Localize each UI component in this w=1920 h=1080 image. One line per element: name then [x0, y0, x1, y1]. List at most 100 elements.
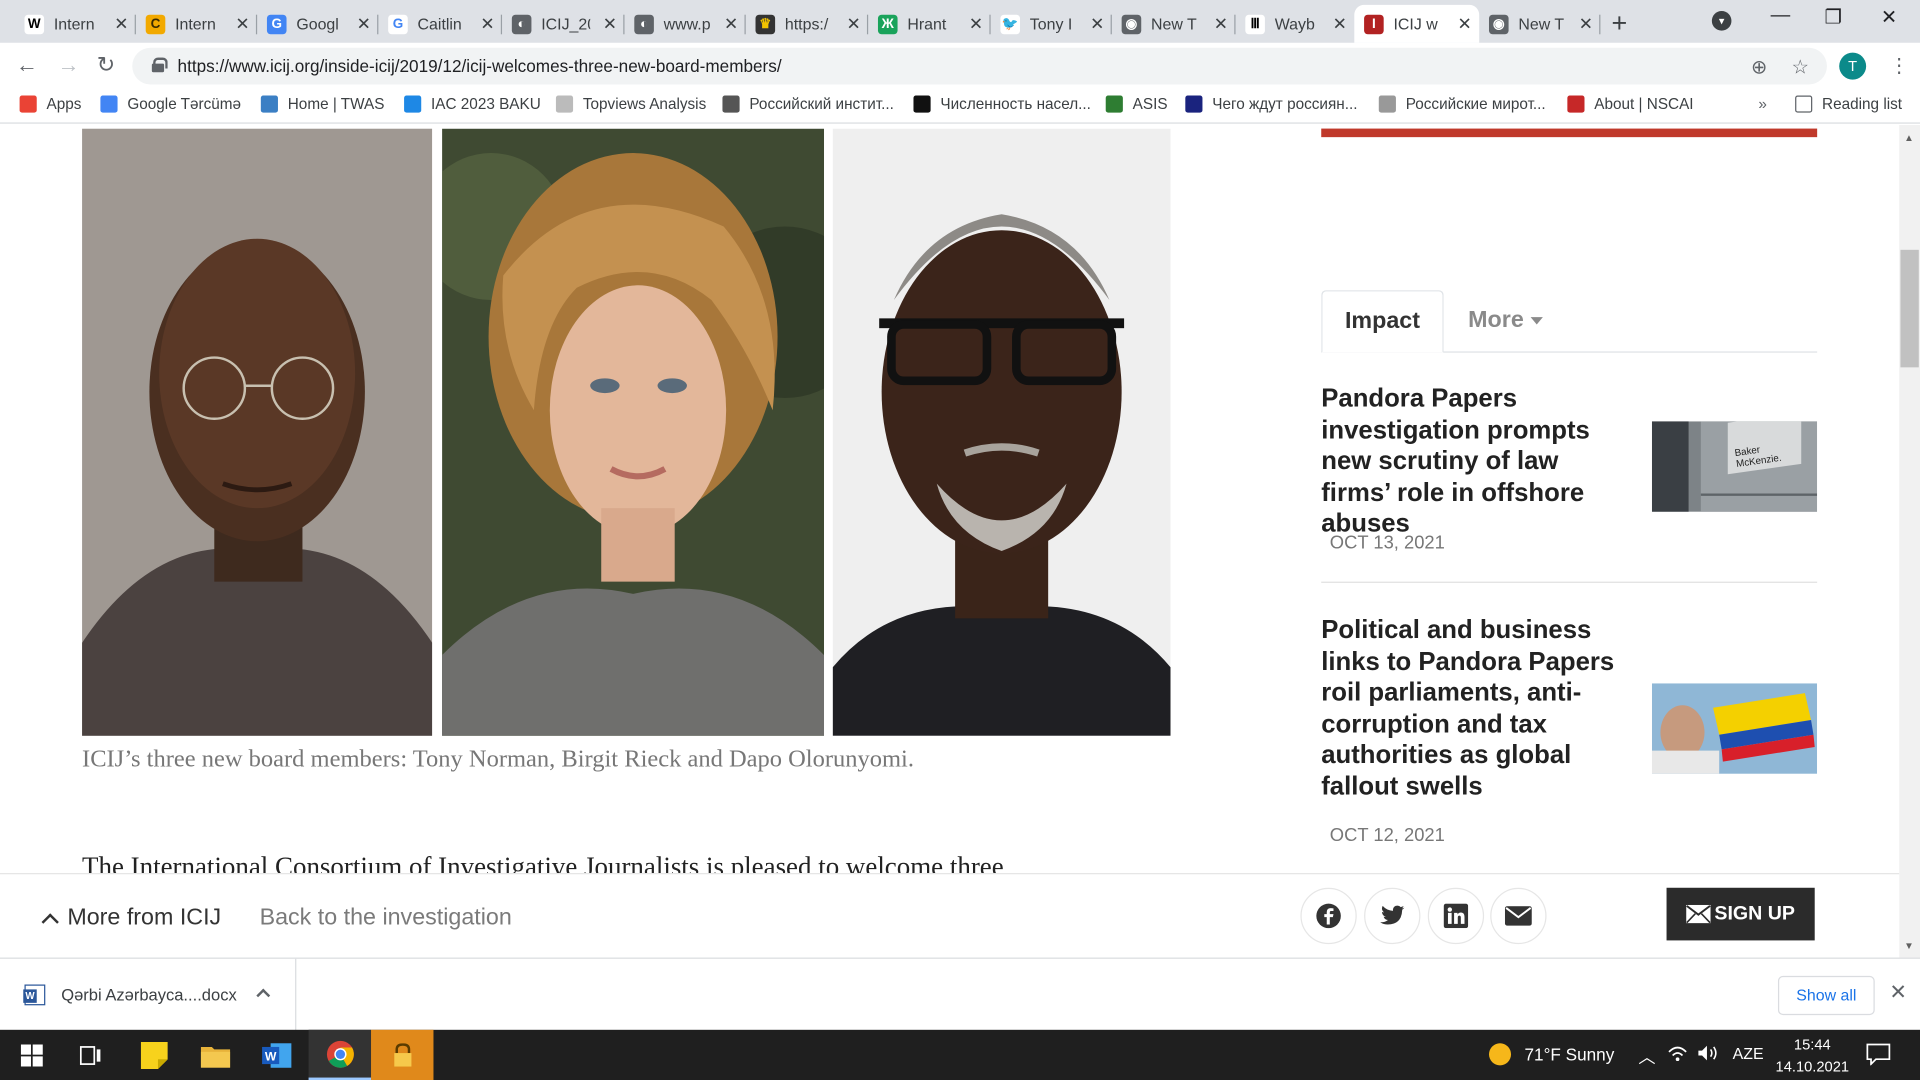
browser-tab[interactable]: W Intern ✕ — [15, 5, 136, 43]
chevron-up-icon[interactable]: ︿ — [1638, 1044, 1655, 1068]
facebook-share-button[interactable] — [1300, 887, 1357, 945]
browser-tab[interactable]: ♛ https:/ ✕ — [746, 5, 869, 43]
twitter-share-button[interactable] — [1364, 887, 1421, 945]
url-text[interactable]: https://www.icij.org/inside-icij/2019/12… — [178, 56, 782, 76]
tab-close-icon[interactable]: ✕ — [603, 13, 617, 34]
tab-close-icon[interactable]: ✕ — [1090, 13, 1104, 34]
notifications-icon[interactable] — [1866, 1043, 1891, 1069]
bookmarks-overflow-button[interactable]: » — [1758, 96, 1767, 113]
input-language[interactable]: AZE — [1733, 1044, 1764, 1062]
tab-close-icon[interactable]: ✕ — [1333, 13, 1347, 34]
lock-icon[interactable] — [151, 57, 168, 73]
show-all-downloads-button[interactable]: Show all — [1777, 975, 1875, 1016]
bookmark-item[interactable]: Численность насел... — [913, 95, 1091, 113]
browser-tab[interactable]: Ⅲ Wayb ✕ — [1236, 5, 1355, 43]
twitter-icon: 🐦 — [1000, 14, 1021, 34]
story-thumbnail-1[interactable]: Baker McKenzie. — [1651, 421, 1818, 512]
bookmark-star-icon[interactable]: ☆ — [1791, 55, 1809, 79]
browser-tab[interactable]: I ICIJ w ✕ — [1354, 4, 1480, 43]
linkedin-share-button[interactable] — [1427, 887, 1485, 945]
reading-list-button[interactable]: Reading list — [1795, 95, 1902, 113]
download-item[interactable]: W Qərbi Azərbayca....docx — [0, 958, 297, 1032]
profile-avatar[interactable]: T — [1839, 52, 1867, 80]
security-lock-app-icon[interactable] — [371, 1029, 434, 1080]
system-clock[interactable]: 15:44 14.10.2021 — [1776, 1033, 1850, 1077]
email-share-button[interactable] — [1490, 887, 1547, 945]
tab-more[interactable]: More — [1468, 290, 1544, 352]
browser-tab[interactable]: ◉ New T ✕ — [1112, 5, 1236, 43]
apps-grid-icon — [19, 95, 37, 113]
bookmark-item[interactable]: ASIS — [1105, 95, 1168, 113]
bookmark-item[interactable]: Чего ждут россиян... — [1185, 95, 1358, 113]
tab-search-icon[interactable]: ▾ — [1711, 11, 1732, 31]
bookmark-label: Topviews Analysis — [582, 95, 707, 113]
reload-icon[interactable]: ↻ — [97, 53, 115, 79]
tab-close-icon[interactable]: ✕ — [357, 13, 371, 34]
browser-tab[interactable]: C Intern ✕ — [136, 5, 258, 43]
address-bar[interactable]: https://www.icij.org/inside-icij/2019/12… — [132, 47, 1827, 85]
word-app-icon[interactable]: W — [245, 1030, 307, 1080]
scroll-up-arrow-icon[interactable]: ▲ — [1904, 132, 1914, 143]
forward-arrow-icon[interactable]: → — [58, 53, 80, 79]
tab-close-icon[interactable]: ✕ — [235, 13, 249, 34]
windows-start-icon[interactable] — [0, 1030, 62, 1080]
page-scrollbar[interactable]: ▲ ▼ — [1899, 124, 1920, 958]
browser-tab[interactable]: ◐ ICIJ_20 ✕ — [502, 5, 625, 43]
sticky-notes-icon[interactable] — [122, 1030, 184, 1080]
new-tab-button[interactable]: + — [1611, 7, 1627, 39]
close-icon[interactable]: ✕ — [1889, 981, 1906, 1005]
bookmark-item[interactable]: IAC 2023 BAKU — [404, 95, 541, 113]
file-explorer-icon[interactable] — [184, 1030, 246, 1080]
bookmark-item[interactable]: Topviews Analysis — [555, 95, 707, 113]
tab-close-icon[interactable]: ✕ — [724, 13, 738, 34]
scroll-down-arrow-icon[interactable]: ▼ — [1904, 940, 1914, 951]
chevron-up-icon[interactable] — [256, 988, 271, 1003]
story-title-1[interactable]: Pandora Papers investigation prompts new… — [1321, 383, 1633, 539]
volume-icon[interactable] — [1697, 1044, 1719, 1065]
task-view-icon[interactable] — [59, 1030, 121, 1080]
tab-close-icon[interactable]: ✕ — [1214, 13, 1228, 34]
google-translate-icon: G — [266, 14, 287, 34]
tab-close-icon[interactable]: ✕ — [969, 13, 983, 34]
sign-up-button[interactable]: SIGN UP — [1666, 887, 1815, 941]
tab-impact[interactable]: Impact — [1321, 290, 1444, 353]
back-arrow-icon[interactable]: ← — [16, 53, 38, 79]
wayback-icon: Ⅲ — [1245, 14, 1265, 34]
browser-tab[interactable]: ◐ www.p ✕ — [624, 5, 746, 43]
windows-taskbar: W 71°F Sunny ︿ AZE 15:44 14.10.2021 — [0, 1029, 1920, 1080]
tab-close-icon[interactable]: ✕ — [1579, 13, 1593, 34]
weather-icon[interactable] — [1488, 1042, 1512, 1070]
browser-tab[interactable]: G Caitlin ✕ — [378, 5, 503, 43]
maximize-button[interactable]: ❐ — [1825, 5, 1843, 29]
minimize-button[interactable]: — — [1771, 5, 1791, 27]
bookmark-item[interactable]: Apps — [19, 95, 81, 113]
bookmark-item[interactable]: Home | TWAS — [260, 95, 384, 113]
zoom-icon[interactable]: ⊕ — [1751, 55, 1767, 79]
tab-close-icon[interactable]: ✕ — [114, 13, 128, 34]
browser-tab[interactable]: ◉ New T ✕ — [1479, 5, 1601, 43]
bookmark-favicon-icon — [260, 95, 278, 113]
browser-tab[interactable]: G Googl ✕ — [257, 5, 379, 43]
story-thumbnail-2[interactable] — [1651, 683, 1818, 774]
browser-tab[interactable]: 🐦 Tony I ✕ — [991, 5, 1112, 43]
bookmark-item[interactable]: Google Tərcümə — [100, 95, 241, 113]
chrome-app-icon[interactable] — [308, 1029, 372, 1080]
tab-close-icon[interactable]: ✕ — [1457, 13, 1471, 34]
tab-close-icon[interactable]: ✕ — [480, 13, 494, 34]
bookmark-label: Чего ждут россиян... — [1212, 95, 1358, 113]
bookmark-favicon-icon — [1185, 95, 1203, 113]
close-window-button[interactable]: ✕ — [1881, 5, 1897, 29]
tab-close-icon[interactable]: ✕ — [846, 13, 860, 34]
more-from-icij-button[interactable]: More from ICIJ — [39, 905, 221, 932]
story-title-2[interactable]: Political and business links to Pandora … — [1321, 615, 1633, 802]
weather-text[interactable]: 71°F Sunny — [1525, 1044, 1615, 1064]
bookmark-item[interactable]: Российский инстит... — [722, 95, 894, 113]
browser-tab[interactable]: Ж Hrant ✕ — [868, 5, 991, 43]
bookmark-item[interactable]: Российские мирот... — [1378, 95, 1546, 113]
back-to-investigation-link[interactable]: Back to the investigation — [260, 905, 512, 932]
bookmark-item[interactable]: About | NSCAI — [1567, 95, 1694, 113]
menu-kebab-icon[interactable]: ⋮ — [1889, 54, 1909, 78]
network-icon[interactable] — [1668, 1044, 1688, 1065]
chrome-icon: ◉ — [1121, 14, 1142, 34]
scrollbar-thumb[interactable] — [1900, 249, 1919, 368]
